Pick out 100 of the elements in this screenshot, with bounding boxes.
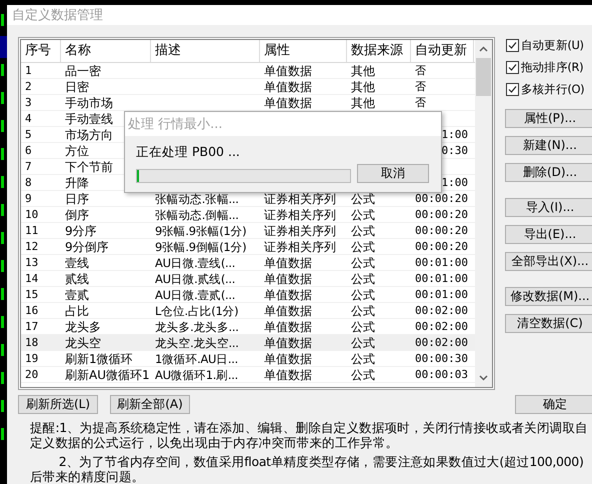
table-cell: 单值数据 xyxy=(264,319,312,335)
table-cell: 00:01:00 xyxy=(415,255,468,271)
action-button[interactable]: 新建(N)... xyxy=(505,136,592,155)
ok-button[interactable]: 确定 xyxy=(515,395,592,414)
table-cell: 12 xyxy=(25,239,38,255)
column-header[interactable]: 数据来源 xyxy=(347,40,411,62)
scrollbar[interactable] xyxy=(475,40,492,387)
table-cell: 00:00:20 xyxy=(415,207,468,223)
table-cell: 13 xyxy=(25,255,38,271)
table-cell: 5 xyxy=(25,127,32,143)
table-cell: 10 xyxy=(25,207,38,223)
checkbox-label[interactable]: 拖动排序(R) xyxy=(521,60,584,74)
table-cell: 张幅动态.倒幅... xyxy=(155,207,239,223)
table-cell: 1:00 xyxy=(442,175,468,191)
table-cell: 7 xyxy=(25,159,32,175)
column-header[interactable]: 属性 xyxy=(260,40,347,62)
table-cell: 品一密 xyxy=(65,63,101,79)
table-row[interactable]: 16 占比 L仓位.占比(1分) 单值数据 公式 00:02:00 xyxy=(21,303,475,319)
table-row[interactable]: 14 贰线 AU日微.贰线(... 单值数据 公式 00:01:00 xyxy=(21,271,475,287)
table-row[interactable]: 19 刷新1微循环 1微循环.AU日... 单值数据 公式 00:00:30 xyxy=(21,351,475,367)
table-cell: 19 xyxy=(25,351,38,367)
selected-row[interactable]: 18 龙头空 龙头空.龙头空... 单值数据 公式 00:02:00 xyxy=(21,335,475,351)
table-cell: 日密 xyxy=(65,79,89,95)
table-cell: 单值数据 xyxy=(264,255,312,271)
action-button[interactable]: 导出(E)... xyxy=(505,225,592,244)
window-title: 自定义数据管理 xyxy=(12,7,103,24)
table-cell: 1 xyxy=(25,63,32,79)
table-row[interactable]: 13 壹线 AU日微.壹线(... 单值数据 公式 00:01:00 xyxy=(21,255,475,271)
table-cell: 下个节前 xyxy=(65,159,113,175)
table-cell: 15 xyxy=(25,287,38,303)
table-cell: 公式 xyxy=(351,223,375,239)
table-cell: 公式 xyxy=(351,319,375,335)
table-cell: 9分倒序 xyxy=(65,239,109,255)
table-cell: 否 xyxy=(415,63,426,79)
table-cell: 否 xyxy=(415,95,426,111)
table-cell: AU日微.壹贰(... xyxy=(155,287,236,303)
table-cell: 公式 xyxy=(351,303,375,319)
note-text: 2、为了节省内存空间，数值采用float单精度类型存储，需要注意如果数值过大(超过100,000)后带来的精度问题。 xyxy=(30,454,585,484)
table-cell: 升降 xyxy=(65,175,89,191)
table-row[interactable]: 10 倒序 张幅动态.倒幅... 证券相关序列 公式 00:00:20 xyxy=(21,207,475,223)
table-row[interactable]: 3 手动市场 单值数据 其他 否 xyxy=(21,95,475,111)
table-cell: 单值数据 xyxy=(264,95,312,111)
table-cell: 6 xyxy=(25,143,32,159)
table-cell: 2 xyxy=(25,79,32,95)
action-button[interactable]: 修改数据(M)... xyxy=(505,287,592,306)
refresh-button[interactable]: 刷新全部(A) xyxy=(110,395,190,414)
table-cell: 9 xyxy=(25,191,32,207)
table-row[interactable]: 17 龙头多 龙头多.龙头多... 单值数据 公式 00:02:00 xyxy=(21,319,475,335)
table-row[interactable]: 1 品一密 单值数据 其他 否 xyxy=(21,63,475,79)
table-cell: 8 xyxy=(25,175,32,191)
table-cell: 00:00:20 xyxy=(415,239,468,255)
column-header[interactable]: 自动更新 xyxy=(411,40,474,62)
cancel-button[interactable]: 取消 xyxy=(357,164,429,183)
column-header[interactable]: 序号 xyxy=(21,40,61,62)
table-cell: 证券相关序列 xyxy=(264,207,336,223)
table-cell: 9张幅.9倒幅(1分) xyxy=(155,239,246,255)
action-button[interactable]: 全部导出(X)... xyxy=(505,252,592,271)
table-cell: 壹贰 xyxy=(65,287,89,303)
table-cell: 3 xyxy=(25,95,32,111)
checkbox-label[interactable]: 自动更新(U) xyxy=(521,38,584,52)
table-row[interactable]: 11 9分序 9张幅.9张幅(1分) 证券相关序列 公式 00:00:20 xyxy=(21,223,475,239)
table-row[interactable]: 20 刷新AU微循环1 AU微循环1.刷... 单值数据 公式 00:00:03 xyxy=(21,367,475,383)
table-cell: 证券相关序列 xyxy=(264,191,336,207)
table-cell: 公式 xyxy=(351,287,375,303)
table-cell: 17 xyxy=(25,319,38,335)
refresh-button[interactable]: 刷新所选(L) xyxy=(18,395,98,414)
table-cell: 否 xyxy=(415,79,426,95)
action-button[interactable]: 属性(P)... xyxy=(505,109,592,128)
table-cell: 刷新1微循环 xyxy=(65,351,133,367)
checkbox[interactable] xyxy=(506,38,519,52)
table-row[interactable]: 9 日序 张幅动态.张幅... 证券相关序列 公式 00:00:20 xyxy=(21,191,475,207)
table-cell: 00:00:20 xyxy=(415,223,468,239)
table-cell: 4 xyxy=(25,111,32,127)
table-row[interactable]: 2 日密 单值数据 其他 否 xyxy=(21,79,475,95)
checkbox[interactable] xyxy=(506,82,519,96)
action-button[interactable]: 导入(I)... xyxy=(505,198,592,217)
table-cell: 16 xyxy=(25,303,38,319)
table-cell: 00:01:00 xyxy=(415,287,468,303)
table-cell: 其他 xyxy=(351,63,375,79)
table-cell: 单值数据 xyxy=(264,335,312,351)
column-header[interactable]: 描述 xyxy=(151,40,260,62)
table-cell: 张幅动态.张幅... xyxy=(155,191,239,207)
table-cell: 刷新AU微循环1 xyxy=(65,367,150,383)
scroll-thumb[interactable] xyxy=(476,58,491,96)
action-button[interactable]: 删除(D)... xyxy=(505,163,592,182)
table-cell: 11 xyxy=(25,223,38,239)
table-cell: 龙头多.龙头多... xyxy=(155,319,239,335)
table-cell: 1:00 xyxy=(442,127,468,143)
checkbox[interactable] xyxy=(506,60,519,74)
column-header[interactable]: 名称 xyxy=(61,40,151,62)
checkbox-label[interactable]: 多核并行(O) xyxy=(521,82,584,96)
table-cell: 1微循环.AU日... xyxy=(155,351,238,367)
action-button[interactable]: 清空数据(C) xyxy=(505,314,592,333)
table-row[interactable]: 15 壹贰 AU日微.壹贰(... 单值数据 公式 00:01:00 xyxy=(21,287,475,303)
table-cell: 单值数据 xyxy=(264,271,312,287)
table-row[interactable]: 12 9分倒序 9张幅.9倒幅(1分) 证券相关序列 公式 00:00:20 xyxy=(21,239,475,255)
table-cell: 龙头空 xyxy=(65,335,101,351)
scroll-down-icon[interactable] xyxy=(479,375,488,381)
table-cell: 00:02:00 xyxy=(415,319,468,335)
scroll-up-icon[interactable] xyxy=(479,46,488,52)
